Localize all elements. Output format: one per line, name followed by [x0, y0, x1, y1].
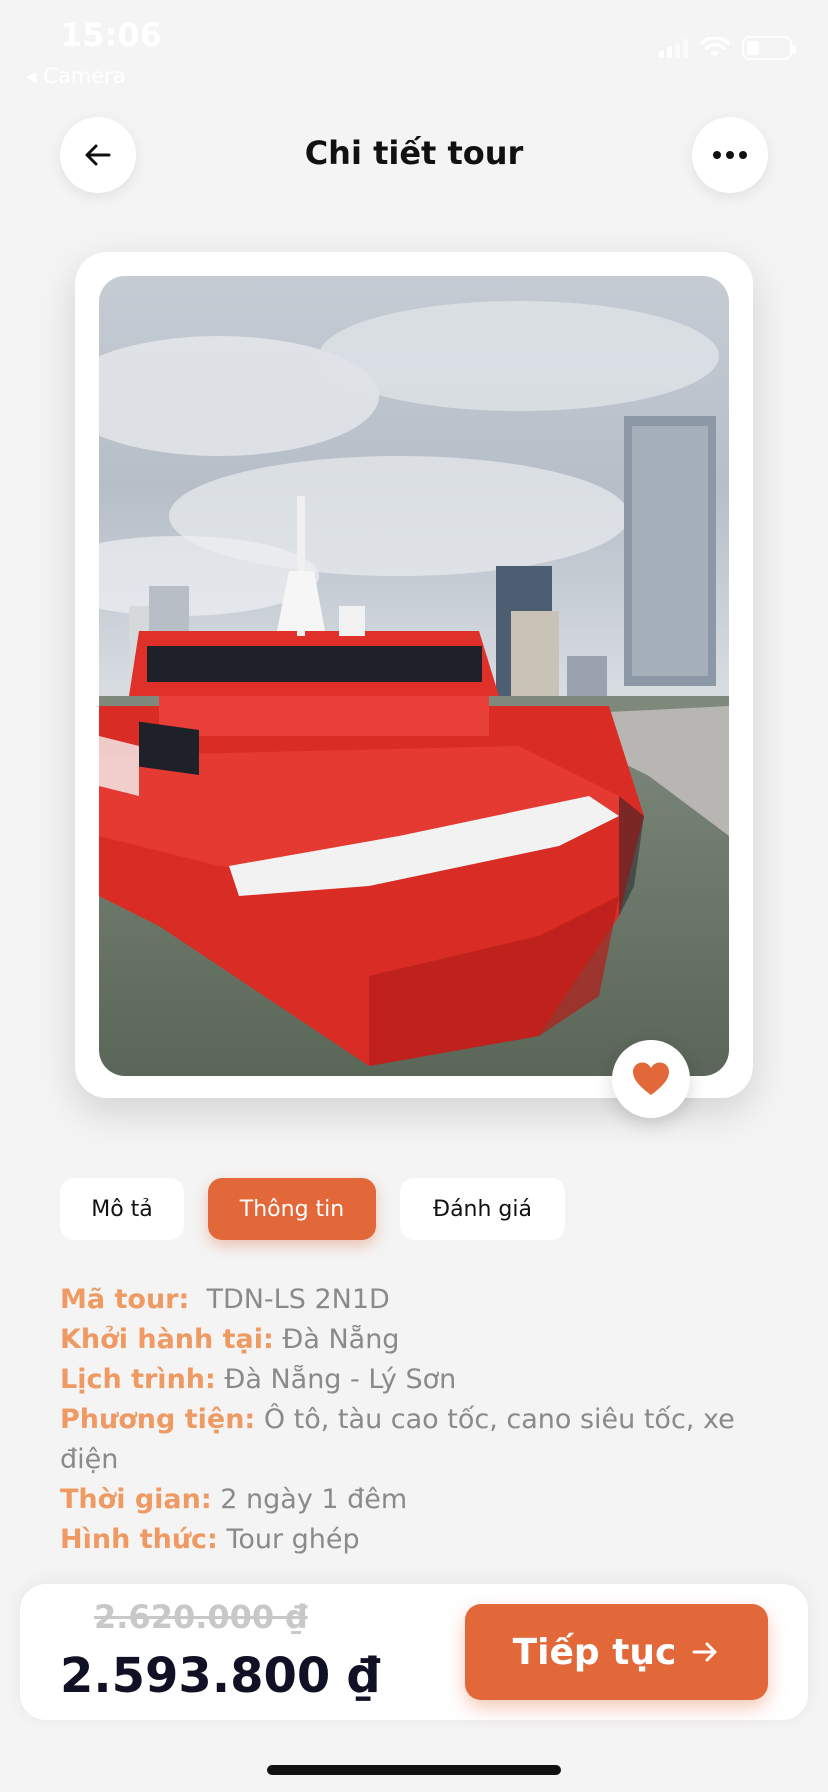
continue-label: Tiếp tục: [512, 1631, 677, 1673]
arrow-left-icon: [85, 144, 111, 166]
more-options-button[interactable]: [692, 117, 768, 193]
ferry-boat-illustration: [99, 276, 729, 1076]
discounted-price: 2.593.800 ₫: [60, 1648, 381, 1704]
type-value: Tour ghép: [226, 1524, 360, 1555]
back-button[interactable]: [60, 117, 136, 193]
favorite-button[interactable]: [612, 1040, 690, 1118]
transport-label: Phương tiện:: [60, 1404, 256, 1435]
status-time: 15:06: [60, 16, 162, 54]
page-title: Chi tiết tour: [304, 134, 524, 172]
tour-code-label: Mã tour:: [60, 1284, 190, 1315]
arrow-right-icon: [692, 1642, 717, 1662]
duration-value: 2 ngày 1 đêm: [220, 1484, 408, 1515]
status-bar: 15:06 ◂ Camera: [0, 0, 828, 90]
info-row-departure: Khởi hành tại: Đà Nẵng: [60, 1320, 760, 1360]
tab-info[interactable]: Thông tin: [208, 1178, 376, 1240]
itinerary-label: Lịch trình:: [60, 1364, 216, 1395]
tab-description[interactable]: Mô tả: [60, 1178, 184, 1240]
info-row-itinerary: Lịch trình: Đà Nẵng - Lý Sơn: [60, 1360, 760, 1400]
checkout-bar: 2.620.000 ₫ 2.593.800 ₫ Tiếp tục: [20, 1584, 808, 1720]
tour-info: Mã tour: TDN-LS 2N1D Khởi hành tại: Đà N…: [60, 1280, 760, 1560]
more-horizontal-icon: [713, 151, 747, 159]
battery-icon: [742, 36, 796, 60]
tour-photo[interactable]: [99, 276, 729, 1076]
status-icons: [659, 36, 796, 60]
wifi-icon: [700, 37, 730, 57]
home-indicator[interactable]: [267, 1765, 561, 1775]
itinerary-value: Đà Nẵng - Lý Sơn: [224, 1364, 457, 1395]
info-row-duration: Thời gian: 2 ngày 1 đêm: [60, 1480, 760, 1520]
info-row-transport: Phương tiện: Ô tô, tàu cao tốc, cano siê…: [60, 1400, 760, 1480]
tour-image-card: [75, 252, 753, 1098]
tab-reviews[interactable]: Đánh giá: [400, 1178, 565, 1240]
original-price: 2.620.000 ₫: [94, 1598, 308, 1636]
cellular-signal-icon: [659, 38, 688, 58]
duration-label: Thời gian:: [60, 1484, 212, 1515]
type-label: Hình thức:: [60, 1524, 218, 1555]
heart-icon: [633, 1062, 669, 1095]
departure-value: Đà Nẵng: [282, 1324, 400, 1355]
tour-code-value: TDN-LS 2N1D: [206, 1284, 390, 1315]
continue-button[interactable]: Tiếp tục: [465, 1604, 768, 1700]
info-row-tour-code: Mã tour: TDN-LS 2N1D: [60, 1280, 760, 1320]
departure-label: Khởi hành tại:: [60, 1324, 274, 1355]
back-to-app-link[interactable]: ◂ Camera: [26, 64, 126, 88]
info-row-type: Hình thức: Tour ghép: [60, 1520, 760, 1560]
